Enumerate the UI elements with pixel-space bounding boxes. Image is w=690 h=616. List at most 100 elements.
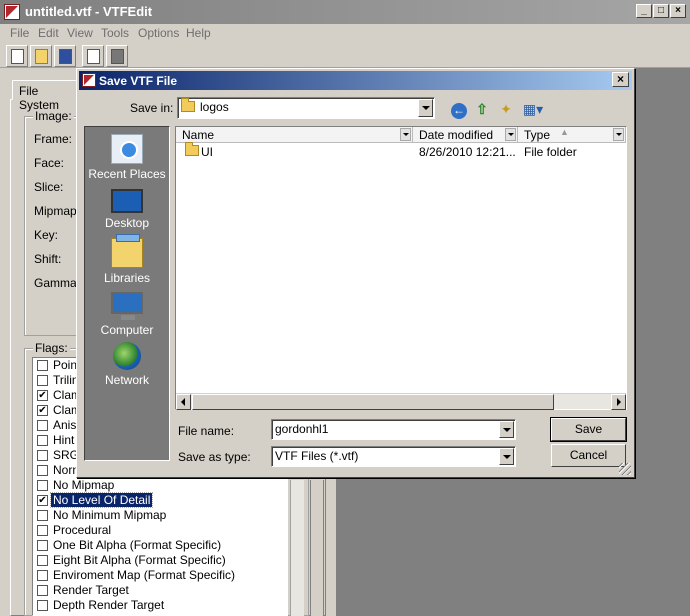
- panel-splitter[interactable]: [310, 480, 324, 616]
- checkbox[interactable]: [37, 360, 48, 371]
- menu-tools[interactable]: Tools: [101, 26, 129, 40]
- flag-label: Enviroment Map (Format Specific): [53, 568, 236, 582]
- file-list-scrollbar[interactable]: [176, 393, 626, 410]
- network-icon: [113, 342, 141, 370]
- menu-edit[interactable]: Edit: [38, 26, 59, 40]
- back-icon[interactable]: ←: [449, 99, 469, 119]
- file-name-input[interactable]: gordonhl1: [271, 419, 516, 440]
- list-item[interactable]: UI 8/26/2010 12:21... File folder: [176, 142, 626, 161]
- minimize-button[interactable]: _: [636, 4, 652, 18]
- checkbox[interactable]: [37, 450, 48, 461]
- checkbox[interactable]: [37, 555, 48, 566]
- checkbox[interactable]: ✔: [37, 390, 48, 401]
- checkbox[interactable]: [37, 510, 48, 521]
- checkbox[interactable]: [37, 375, 48, 386]
- close-button[interactable]: ×: [670, 4, 686, 18]
- vtfedit-logo-icon: [4, 4, 20, 20]
- save-in-value: logos: [200, 100, 229, 114]
- chevron-down-icon[interactable]: [505, 128, 516, 141]
- file-list: [175, 126, 627, 410]
- checkbox[interactable]: ✔: [37, 495, 48, 506]
- flag-item[interactable]: No Minimum Mipmap: [33, 508, 287, 523]
- place-label: Computer: [100, 323, 154, 337]
- menu-options[interactable]: Options: [138, 26, 179, 40]
- resize-grip-icon[interactable]: [619, 463, 631, 475]
- chevron-down-icon[interactable]: [499, 421, 514, 438]
- flag-item[interactable]: Depth Render Target: [33, 598, 287, 613]
- chevron-down-icon[interactable]: [418, 99, 433, 117]
- checkbox[interactable]: [37, 465, 48, 476]
- checkbox[interactable]: [37, 435, 48, 446]
- tab-file-system[interactable]: File System: [12, 80, 78, 112]
- dialog-close-button[interactable]: ×: [612, 72, 629, 87]
- place-libraries[interactable]: Libraries: [84, 234, 170, 285]
- recent-places-icon: [111, 134, 143, 164]
- face-label: Face:: [34, 156, 65, 170]
- checkbox[interactable]: [37, 480, 48, 491]
- save-in-combo[interactable]: logos: [177, 97, 435, 119]
- place-computer[interactable]: Computer: [84, 290, 170, 337]
- save-as-type-select[interactable]: VTF Files (*.vtf): [271, 446, 516, 467]
- flag-item[interactable]: Enviroment Map (Format Specific): [33, 568, 287, 583]
- place-desktop[interactable]: Desktop: [84, 186, 170, 230]
- copy-icon[interactable]: [82, 45, 104, 67]
- dialog-title-bar: Save VTF File: [79, 71, 632, 90]
- main-title-bar: untitled.vtf - VTFEdit _ □ ×: [0, 0, 690, 24]
- checkbox[interactable]: [37, 420, 48, 431]
- checkbox[interactable]: [37, 585, 48, 596]
- flag-label: No Minimum Mipmap: [53, 508, 167, 522]
- computer-icon: [111, 292, 143, 320]
- new-file-icon[interactable]: [6, 45, 28, 67]
- flag-item[interactable]: One Bit Alpha (Format Specific): [33, 538, 287, 553]
- scroll-thumb[interactable]: [192, 394, 554, 410]
- place-network[interactable]: Network: [84, 342, 170, 387]
- place-recent-places[interactable]: Recent Places: [84, 134, 170, 181]
- flag-item[interactable]: Procedural: [33, 523, 287, 538]
- maximize-button[interactable]: □: [653, 4, 669, 18]
- scroll-right-icon[interactable]: [611, 394, 626, 410]
- flag-item[interactable]: ✔ No Level Of Detail: [33, 492, 287, 508]
- flag-item[interactable]: Eight Bit Alpha (Format Specific): [33, 553, 287, 568]
- menu-view[interactable]: View: [67, 26, 93, 40]
- menu-bar: File Edit View Tools Options Help: [0, 24, 690, 42]
- cancel-button[interactable]: Cancel: [551, 444, 626, 467]
- column-type[interactable]: Type ▲: [518, 127, 626, 143]
- checkbox[interactable]: [37, 525, 48, 536]
- flag-item[interactable]: Render Target: [33, 583, 287, 598]
- save-button[interactable]: Save: [550, 417, 627, 442]
- new-folder-icon[interactable]: ✦: [496, 99, 516, 119]
- menu-help[interactable]: Help: [186, 26, 211, 40]
- checkbox[interactable]: [37, 540, 48, 551]
- column-type-label: Type: [524, 128, 551, 142]
- checkbox[interactable]: ✔: [37, 405, 48, 416]
- frame-label: Frame:: [34, 132, 73, 146]
- checkbox[interactable]: [37, 570, 48, 581]
- column-name[interactable]: Name: [176, 127, 413, 143]
- libraries-icon: [111, 234, 143, 268]
- flags-scrollbar[interactable]: [290, 480, 304, 616]
- save-as-type-label: Save as type:: [178, 450, 251, 464]
- chevron-down-icon[interactable]: [499, 448, 514, 465]
- toolbar: [0, 42, 690, 68]
- open-folder-icon[interactable]: [30, 45, 52, 67]
- mipmap-label: Mipmap: [34, 204, 77, 218]
- menu-file[interactable]: File: [10, 26, 29, 40]
- chevron-down-icon[interactable]: [613, 128, 624, 141]
- file-name-label: File name:: [178, 424, 235, 438]
- save-disk-icon[interactable]: [54, 45, 76, 67]
- flag-label: Procedural: [53, 523, 112, 537]
- chevron-down-icon[interactable]: [400, 128, 411, 141]
- view-menu-icon[interactable]: ▦▾: [520, 99, 546, 119]
- flag-item[interactable]: No Mipmap: [33, 478, 287, 493]
- flags-group-title: Flags:: [33, 341, 70, 355]
- file-type: File folder: [524, 145, 577, 159]
- place-label: Libraries: [103, 271, 151, 285]
- desktop-icon: [111, 189, 143, 213]
- checkbox[interactable]: [37, 600, 48, 611]
- up-folder-icon[interactable]: ⇧: [472, 99, 492, 119]
- window-title: untitled.vtf - VTFEdit: [25, 4, 153, 19]
- lock-icon[interactable]: [106, 45, 128, 67]
- key-label: Key:: [34, 228, 59, 242]
- scroll-left-icon[interactable]: [176, 394, 191, 410]
- column-date-modified[interactable]: Date modified: [413, 127, 518, 143]
